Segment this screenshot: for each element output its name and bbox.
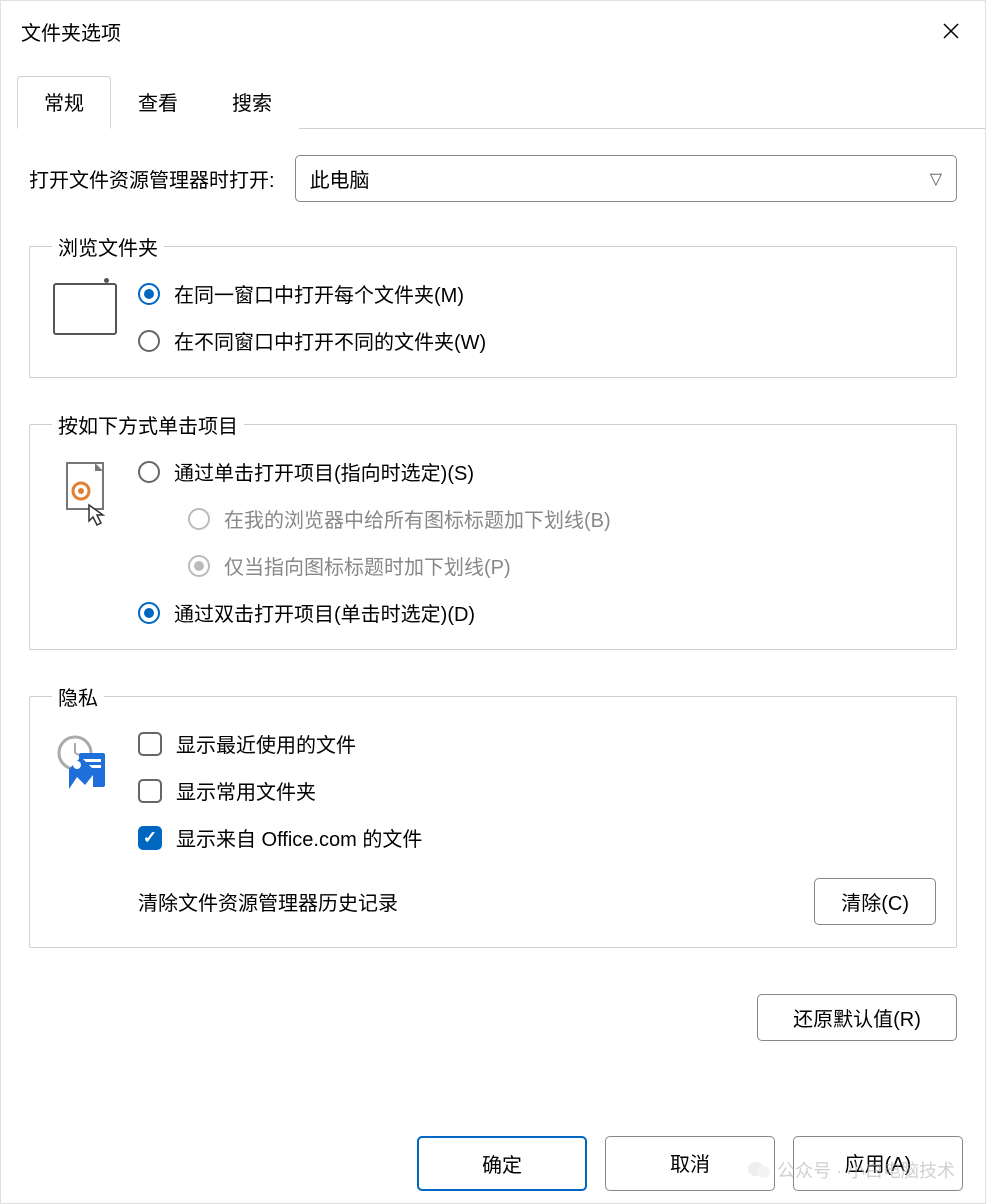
radio-icon xyxy=(138,330,160,352)
radio-underline-point: 仅当指向图标标题时加下划线(P) xyxy=(188,551,936,580)
radio-icon xyxy=(188,508,210,530)
open-with-row: 打开文件资源管理器时打开: 此电脑 ▽ xyxy=(29,155,957,202)
folder-window-icon xyxy=(50,279,120,355)
radio-icon xyxy=(138,283,160,305)
clear-history-label: 清除文件资源管理器历史记录 xyxy=(138,887,398,916)
open-with-label: 打开文件资源管理器时打开: xyxy=(29,164,275,193)
radio-icon xyxy=(138,461,160,483)
clear-button[interactable]: 清除(C) xyxy=(814,878,936,925)
apply-button[interactable]: 应用(A) xyxy=(793,1136,963,1191)
browse-folders-group: 浏览文件夹 在同一窗口中打开每个文件夹(M) 在不同窗口中打开不同的文件夹(W) xyxy=(29,232,957,378)
close-icon xyxy=(942,22,960,40)
checkbox-show-frequent[interactable]: 显示常用文件夹 xyxy=(138,776,936,805)
privacy-group: 隐私 显示最近使用的文件 xyxy=(29,682,957,948)
checkbox-show-recent[interactable]: 显示最近使用的文件 xyxy=(138,729,936,758)
tab-content: 打开文件资源管理器时打开: 此电脑 ▽ 浏览文件夹 在同一窗口中打开每个文件夹(… xyxy=(1,129,985,990)
titlebar: 文件夹选项 xyxy=(1,1,985,61)
open-with-value: 此电脑 xyxy=(310,164,370,193)
tab-view[interactable]: 查看 xyxy=(111,76,205,129)
checkbox-icon xyxy=(138,732,162,756)
radio-new-window[interactable]: 在不同窗口中打开不同的文件夹(W) xyxy=(138,326,936,355)
radio-same-window[interactable]: 在同一窗口中打开每个文件夹(M) xyxy=(138,279,936,308)
tab-search[interactable]: 搜索 xyxy=(205,76,299,129)
recent-items-icon xyxy=(50,729,120,925)
restore-defaults-button[interactable]: 还原默认值(R) xyxy=(757,994,957,1041)
radio-double-click[interactable]: 通过双击打开项目(单击时选定)(D) xyxy=(138,598,936,627)
click-items-group: 按如下方式单击项目 通过单击打开项目(指向时选定)(S) 在我的 xyxy=(29,410,957,650)
browse-legend: 浏览文件夹 xyxy=(52,232,164,261)
tab-bar: 常规 查看 搜索 xyxy=(17,75,985,129)
checkbox-icon xyxy=(138,779,162,803)
cancel-button[interactable]: 取消 xyxy=(605,1136,775,1191)
chevron-down-icon: ▽ xyxy=(930,169,942,189)
click-cursor-icon xyxy=(50,457,120,627)
checkbox-icon xyxy=(138,826,162,850)
open-with-dropdown[interactable]: 此电脑 ▽ xyxy=(295,155,957,202)
window-title: 文件夹选项 xyxy=(21,17,121,46)
radio-icon xyxy=(138,602,160,624)
privacy-legend: 隐私 xyxy=(52,682,104,711)
radio-icon xyxy=(188,555,210,577)
click-legend: 按如下方式单击项目 xyxy=(52,410,244,439)
radio-underline-all: 在我的浏览器中给所有图标标题加下划线(B) xyxy=(188,504,936,533)
tab-general[interactable]: 常规 xyxy=(17,76,111,129)
ok-button[interactable]: 确定 xyxy=(417,1136,587,1191)
dialog-footer: 确定 取消 应用(A) xyxy=(417,1136,963,1191)
checkbox-show-office[interactable]: 显示来自 Office.com 的文件 xyxy=(138,823,936,852)
radio-single-click[interactable]: 通过单击打开项目(指向时选定)(S) xyxy=(138,457,936,486)
close-button[interactable] xyxy=(921,6,981,56)
